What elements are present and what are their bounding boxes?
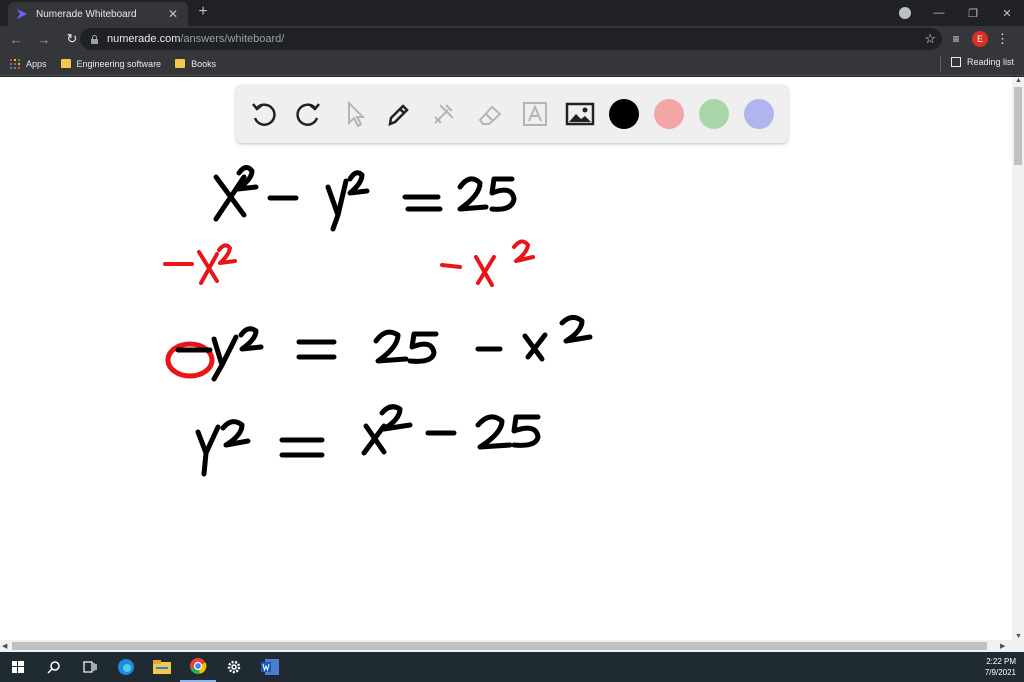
handwriting-line-3 <box>195 404 541 477</box>
new-tab-icon[interactable]: + <box>194 3 212 21</box>
text-box-icon[interactable] <box>519 98 551 130</box>
avatar[interactable]: E <box>972 31 988 47</box>
bookmark-label: Engineering software <box>76 58 162 69</box>
forward-icon[interactable]: → <box>32 32 56 47</box>
handwriting-red-left <box>163 243 237 285</box>
url-path: /answers/whiteboard/ <box>180 33 285 45</box>
media-control-icon[interactable]: ≡ <box>948 32 964 46</box>
file-explorer-icon[interactable] <box>144 652 180 682</box>
clock-date: 7/9/2021 <box>984 668 1016 677</box>
scroll-up-icon[interactable]: ▲ <box>1015 77 1022 84</box>
reading-list-icon <box>950 57 961 67</box>
bookmark-books[interactable]: Books <box>175 59 216 69</box>
pen-icon[interactable] <box>382 98 414 130</box>
horizontal-scroll-thumb[interactable] <box>12 642 987 650</box>
scroll-right-icon[interactable]: ▶ <box>1000 642 1005 650</box>
url-host: numerade.com <box>107 33 181 45</box>
windows-start-icon[interactable] <box>0 652 36 682</box>
image-icon[interactable] <box>564 98 596 130</box>
bookmarks-divider <box>940 56 941 72</box>
tab-search-icon[interactable] <box>899 7 911 19</box>
whiteboard-canvas[interactable] <box>0 77 1012 640</box>
bookmarks-bar: Apps Engineering software Books Reading … <box>0 52 1024 76</box>
settings-gear-icon[interactable] <box>216 652 252 682</box>
minimize-icon[interactable]: — <box>922 7 956 19</box>
folder-icon <box>175 59 186 68</box>
lock-icon <box>91 34 98 44</box>
clock-time: 2:22 PM <box>986 657 1016 666</box>
numerade-logo-icon <box>17 9 27 19</box>
tools-icon[interactable] <box>428 98 460 130</box>
system-clock[interactable]: 2:22 PM 7/9/2021 <box>985 656 1016 678</box>
reading-list-label: Reading list <box>966 57 1014 67</box>
whiteboard-toolbar <box>236 85 788 143</box>
color-swatch-red[interactable] <box>654 99 684 129</box>
window-controls: — ❐ ✕ <box>922 0 1024 26</box>
eraser-icon[interactable] <box>474 98 506 130</box>
folder-icon <box>60 59 71 68</box>
whiteboard-page <box>0 77 1012 640</box>
tab-strip: Numerade Whiteboard ✕ + — ❐ ✕ <box>0 0 1024 26</box>
windows-taskbar: 2:22 PM 7/9/2021 <box>0 652 1024 682</box>
bookmark-label: Books <box>191 58 217 69</box>
undo-icon[interactable] <box>248 98 280 130</box>
close-window-icon[interactable]: ✕ <box>990 7 1024 20</box>
task-view-icon[interactable] <box>72 652 108 682</box>
vertical-scroll-thumb[interactable] <box>1014 87 1022 165</box>
back-icon[interactable]: ← <box>4 32 28 47</box>
vertical-scrollbar[interactable]: ▲ ▼ <box>1012 77 1024 640</box>
address-bar[interactable]: numerade.com/answers/whiteboard/ ☆ <box>80 28 942 50</box>
search-icon[interactable] <box>36 652 72 682</box>
bookmark-star-icon[interactable]: ☆ <box>924 31 936 47</box>
handwriting-line-2 <box>165 315 593 382</box>
bookmark-apps-label: Apps <box>26 58 47 69</box>
scroll-down-icon[interactable]: ▼ <box>1015 633 1022 640</box>
bookmark-apps[interactable]: Apps <box>10 58 47 69</box>
scroll-left-icon[interactable]: ◀ <box>2 642 7 650</box>
menu-icon[interactable]: ⋮ <box>996 31 1009 47</box>
handwriting-line-1 <box>213 165 517 232</box>
restore-icon[interactable]: ❐ <box>956 7 990 20</box>
bookmark-engineering-software[interactable]: Engineering software <box>60 58 162 69</box>
color-swatch-green[interactable] <box>699 99 729 129</box>
tab-title: Numerade Whiteboard <box>36 8 137 20</box>
word-icon[interactable] <box>252 652 288 682</box>
tab-close-icon[interactable]: ✕ <box>166 7 180 21</box>
tab-numerade-whiteboard[interactable]: Numerade Whiteboard ✕ <box>8 2 188 26</box>
select-pointer-icon[interactable] <box>338 98 370 130</box>
redo-icon[interactable] <box>292 98 324 130</box>
chrome-browser-icon[interactable] <box>180 652 216 682</box>
color-swatch-black[interactable] <box>609 99 639 129</box>
color-swatch-blue[interactable] <box>744 99 774 129</box>
reading-list-button[interactable]: Reading list <box>950 57 1014 67</box>
edge-browser-icon[interactable] <box>108 652 144 682</box>
browser-toolbar: ← → ↻ numerade.com/answers/whiteboard/ ☆… <box>0 26 1024 52</box>
horizontal-scrollbar[interactable]: ◀ ▶ <box>0 640 1024 652</box>
handwriting-red-right <box>440 239 535 287</box>
apps-grid-icon <box>10 58 20 69</box>
